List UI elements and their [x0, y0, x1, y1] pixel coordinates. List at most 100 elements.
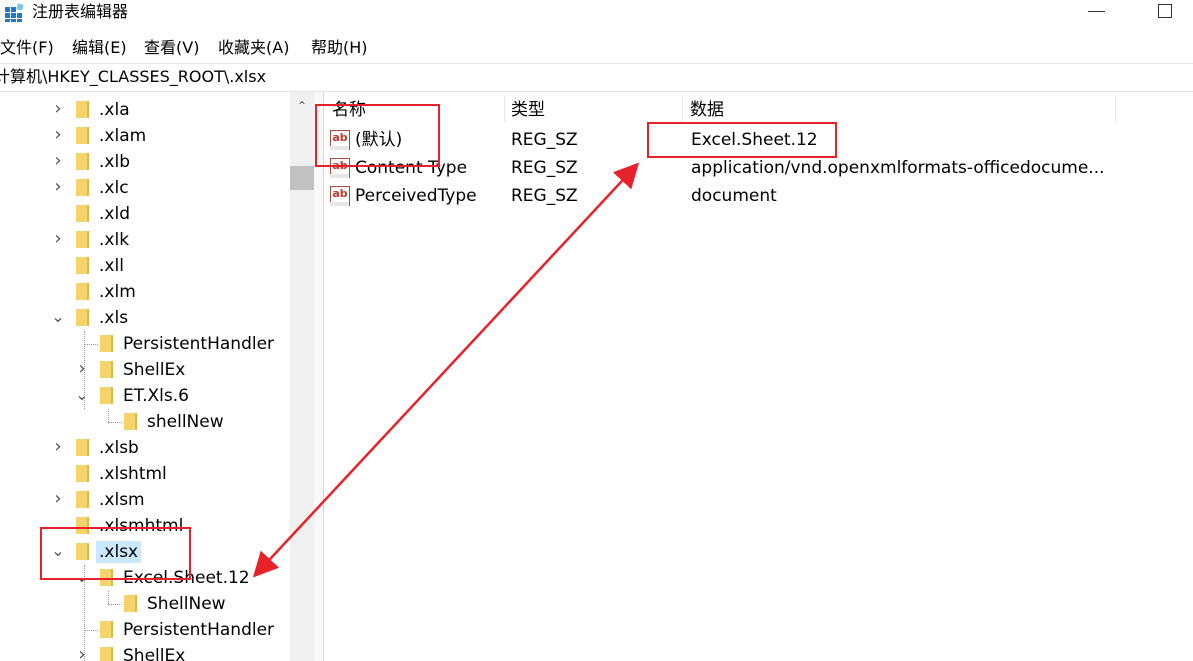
folder-icon — [76, 465, 89, 482]
menu-edit[interactable]: 编辑(E) — [72, 37, 127, 59]
tree-item[interactable]: › ShellEx — [0, 357, 290, 383]
window-title: 注册表编辑器 — [32, 2, 129, 21]
tree-item[interactable]: ⌄ ET.Xls.6 — [0, 383, 290, 409]
tree-connector — [84, 344, 98, 345]
chevron-right-icon[interactable]: › — [51, 230, 65, 248]
tree-item-label: ShellEx — [123, 646, 186, 661]
tree-connector — [108, 409, 109, 422]
chevron-right-icon[interactable]: › — [51, 178, 65, 196]
address-bar[interactable]: 计算机\HKEY_CLASSES_ROOT\.xlsx — [0, 63, 1193, 92]
chevron-right-icon[interactable]: › — [51, 152, 65, 170]
menu-file[interactable]: 文件(F) — [0, 37, 54, 59]
tree-item[interactable]: .xlshtml — [0, 461, 290, 487]
tree-item-label: .xlshtml — [99, 464, 167, 484]
maximize-button[interactable] — [1158, 4, 1172, 18]
menu-bar: 文件(F) 编辑(E) 查看(V) 收藏夹(A) 帮助(H) — [0, 36, 1193, 62]
value-type: REG_SZ — [511, 158, 578, 178]
chevron-right-icon[interactable]: › — [75, 360, 89, 378]
values-list: 名称 类型 数据 ab (默认) REG_SZ Excel.Sheet.12 a… — [324, 92, 1193, 661]
column-divider[interactable] — [504, 96, 505, 122]
tree-connector — [108, 604, 122, 605]
value-row[interactable]: ab Content Type REG_SZ application/vnd.o… — [324, 154, 1193, 182]
tree-item[interactable]: › .xlb — [0, 149, 290, 175]
tree-scrollbar[interactable]: ⌃ — [290, 92, 314, 661]
folder-icon — [76, 283, 89, 300]
tree-connector — [108, 422, 122, 423]
address-path[interactable]: 计算机\HKEY_CLASSES_ROOT\.xlsx — [0, 64, 266, 90]
folder-icon — [100, 387, 113, 404]
value-type: REG_SZ — [511, 186, 578, 206]
folder-icon — [124, 413, 137, 430]
annotation-box-xlsx-key — [40, 527, 191, 580]
tree-item-label: ET.Xls.6 — [123, 386, 189, 406]
title-bar: 注册表编辑器 — [0, 0, 1193, 26]
chevron-right-icon[interactable]: › — [51, 126, 65, 144]
tree-item-label: .xls — [99, 308, 129, 328]
tree-item-label: .xlc — [99, 178, 129, 198]
tree-item[interactable]: › .xlsb — [0, 435, 290, 461]
regedit-icon — [4, 3, 24, 23]
tree-item[interactable]: › .xlk — [0, 227, 290, 253]
value-data: application/vnd.openxmlformats-officedoc… — [691, 158, 1105, 178]
folder-icon — [100, 621, 113, 638]
tree-item[interactable]: PersistentHandler — [0, 331, 290, 357]
tree-item[interactable]: .xll — [0, 253, 290, 279]
folder-icon — [76, 491, 89, 508]
tree-item[interactable]: › ShellEx — [0, 643, 290, 661]
tree-item[interactable]: ⌄ .xls — [0, 305, 290, 331]
tree-item-label: .xll — [99, 256, 124, 276]
tree-item-label: ShellNew — [147, 594, 226, 614]
column-header-type[interactable]: 类型 — [511, 92, 545, 124]
folder-icon — [100, 647, 113, 661]
tree-item[interactable]: › .xlc — [0, 175, 290, 201]
folder-icon — [76, 153, 89, 170]
chevron-down-icon[interactable]: ⌄ — [75, 386, 89, 404]
menu-view[interactable]: 查看(V) — [144, 37, 199, 59]
tree-item-label: .xlsb — [99, 438, 139, 458]
tree-item[interactable]: › .xla — [0, 97, 290, 123]
column-divider[interactable] — [1115, 96, 1116, 122]
value-data: document — [691, 186, 777, 206]
scroll-up-arrow-icon[interactable]: ⌃ — [295, 100, 309, 112]
value-row[interactable]: ab PerceivedType REG_SZ document — [324, 182, 1193, 210]
tree-item-label: PersistentHandler — [123, 334, 275, 354]
tree-item-label: .xlm — [99, 282, 136, 302]
tree-item[interactable]: › .xlam — [0, 123, 290, 149]
folder-icon — [76, 309, 89, 326]
tree-item[interactable]: › .xlsm — [0, 487, 290, 513]
chevron-down-icon[interactable]: ⌄ — [51, 308, 65, 326]
chevron-right-icon[interactable]: › — [51, 100, 65, 118]
value-type: REG_SZ — [511, 130, 578, 150]
annotation-box-name-header — [315, 104, 440, 167]
menu-favorites[interactable]: 收藏夹(A) — [218, 37, 289, 59]
tree-item[interactable]: PersistentHandler — [0, 617, 290, 643]
folder-icon — [100, 361, 113, 378]
tree-item[interactable]: shellNew — [0, 409, 290, 435]
tree-connector — [84, 630, 98, 631]
tree-item-label: .xld — [99, 204, 130, 224]
chevron-right-icon[interactable]: › — [51, 438, 65, 456]
scroll-thumb[interactable] — [290, 166, 314, 190]
pane-splitter[interactable] — [314, 92, 324, 661]
folder-icon — [124, 595, 137, 612]
tree-item[interactable]: .xld — [0, 201, 290, 227]
menu-help[interactable]: 帮助(H) — [311, 37, 368, 59]
folder-icon — [76, 205, 89, 222]
chevron-right-icon[interactable]: › — [75, 646, 89, 661]
tree-item-label: .xla — [99, 100, 130, 120]
tree-item-label: .xlam — [99, 126, 147, 146]
tree-item-label: shellNew — [147, 412, 224, 432]
tree-item-label: ShellEx — [123, 360, 186, 380]
folder-icon — [76, 231, 89, 248]
value-name: PerceivedType — [355, 186, 477, 206]
chevron-right-icon[interactable]: › — [51, 490, 65, 508]
tree-item-label: .xlsm — [99, 490, 145, 510]
tree-item[interactable]: .xlm — [0, 279, 290, 305]
annotation-box-default-data — [647, 122, 837, 158]
tree-connector — [108, 591, 109, 604]
tree-item[interactable]: ShellNew — [0, 591, 290, 617]
minimize-button[interactable] — [1088, 11, 1105, 12]
column-header-data[interactable]: 数据 — [690, 92, 724, 124]
folder-icon — [76, 439, 89, 456]
column-divider[interactable] — [682, 96, 683, 122]
